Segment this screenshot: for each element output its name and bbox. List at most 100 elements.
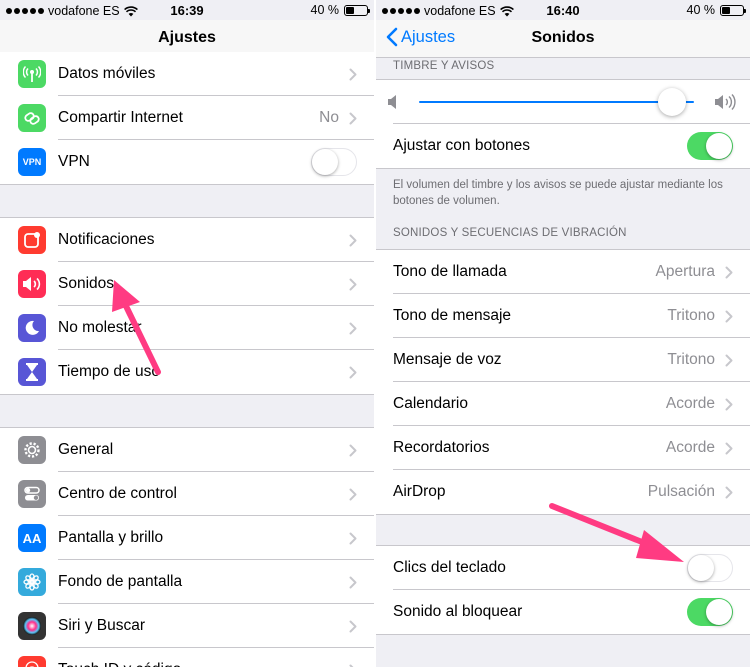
lock-sound-label: Sonido al bloquear [393, 603, 523, 620]
chevron-right-icon [725, 266, 733, 278]
keyboard-lock-group: Clics del teclado Sonido al bloquear [376, 545, 750, 635]
sound-row-value: Pulsación [647, 483, 715, 500]
chevron-right-icon [349, 234, 357, 246]
adjust-with-buttons-label: Ajustar con botones [393, 137, 531, 154]
chevron-right-icon [725, 442, 733, 454]
keyboard-clicks-switch[interactable] [687, 554, 733, 582]
notification-icon [18, 226, 46, 254]
battery-percent: 40 % [686, 3, 716, 17]
settings-group: Datos móviles Compartir Internet No VPN VPN [0, 52, 374, 185]
chevron-right-icon [725, 486, 733, 498]
settings-item-label: Touch ID y código [58, 661, 349, 667]
siri-icon [18, 612, 46, 640]
settings-item-label: General [58, 441, 114, 458]
nav-bar: Ajustes Sonidos [376, 20, 750, 58]
switches-icon [18, 480, 46, 508]
adjust-with-buttons-row: Ajustar con botones [376, 124, 750, 168]
ringer-group: Ajustar con botones [376, 79, 750, 169]
sound-row[interactable]: Tono de mensaje Tritono [376, 294, 750, 338]
sound-row[interactable]: Calendario Acorde [376, 382, 750, 426]
settings-item-label: Datos móviles [58, 65, 156, 82]
sound-row-value: Tritono [667, 351, 715, 368]
status-bar: vodafone ES 16:40 40 % [376, 0, 750, 20]
chevron-right-icon [349, 664, 354, 667]
chevron-right-icon [725, 398, 733, 410]
chevron-right-icon [349, 278, 357, 290]
status-bar: vodafone ES 16:39 40 % [0, 0, 374, 20]
settings-item-vpn[interactable]: VPN VPN [0, 140, 374, 184]
settings-item-tiempo-de-uso[interactable]: Tiempo de uso [0, 350, 374, 394]
settings-group: General Centro de control AA Pantalla y bri… [0, 427, 374, 667]
settings-item-general[interactable]: General [0, 428, 374, 472]
settings-item-touch-id-y-codigo[interactable]: Touch ID y código [0, 648, 374, 667]
sound-row[interactable]: Mensaje de voz Tritono [376, 338, 750, 382]
settings-item-label: Centro de control [58, 485, 177, 502]
adjust-with-buttons-switch[interactable] [687, 132, 733, 160]
settings-item-label: Fondo de pantalla [58, 573, 183, 590]
sound-row-value: Acorde [665, 439, 715, 456]
lock-sound-switch[interactable] [687, 598, 733, 626]
text-size-icon: AA [18, 524, 46, 552]
chevron-right-icon [349, 68, 357, 80]
sounds-list: TIMBRE Y AVISOS Ajustar con botones El v… [376, 58, 750, 667]
settings-item-label: Notificaciones [58, 231, 155, 248]
section-header-sounds: SONIDOS Y SECUENCIAS DE VIBRACIÓN [393, 227, 627, 239]
settings-item-centro-de-control[interactable]: Centro de control [0, 472, 374, 516]
settings-item-notificaciones[interactable]: Notificaciones [0, 218, 374, 262]
sound-row[interactable]: Recordatorios Acorde [376, 426, 750, 470]
settings-item-compartir-internet[interactable]: Compartir Internet No [0, 96, 374, 140]
sound-row-label: Calendario [393, 395, 468, 412]
page-title: Ajustes [158, 29, 216, 46]
page-title: Sonidos [531, 29, 595, 46]
flower-icon [18, 568, 46, 596]
chevron-right-icon [725, 310, 733, 322]
sound-row-label: Tono de llamada [393, 263, 507, 280]
section-header-ringer: TIMBRE Y AVISOS [393, 60, 495, 72]
settings-item-datos-moviles[interactable]: Datos móviles [0, 52, 374, 96]
chevron-right-icon [349, 112, 357, 124]
settings-item-pantalla-y-brillo[interactable]: AA Pantalla y brillo [0, 516, 374, 560]
hourglass-icon [18, 358, 46, 386]
settings-list: Datos móviles Compartir Internet No VPN VPN N… [0, 52, 374, 667]
speaker-low-icon [388, 95, 396, 109]
chevron-right-icon [349, 488, 357, 500]
ringer-footnote: El volumen del timbre y los avisos se pu… [393, 179, 723, 207]
settings-item-fondo-de-pantalla[interactable]: Fondo de pantalla [0, 560, 374, 604]
settings-item-label: Pantalla y brillo [58, 529, 164, 546]
lock-sound-row: Sonido al bloquear [376, 590, 750, 634]
sound-row-label: Mensaje de voz [393, 351, 502, 368]
chain-link-icon [18, 104, 46, 132]
settings-item-sonidos[interactable]: Sonidos [0, 262, 374, 306]
chevron-right-icon [349, 576, 357, 588]
sound-row[interactable]: Tono de llamada Apertura [376, 250, 750, 294]
ringer-volume-slider[interactable] [419, 101, 694, 103]
settings-item-label: VPN [58, 153, 90, 170]
settings-item-siri-y-buscar[interactable]: Siri y Buscar [0, 604, 374, 648]
fingerprint-icon [18, 656, 46, 667]
settings-item-label: No molestar [58, 319, 142, 336]
ringer-volume-row [376, 80, 750, 124]
keyboard-clicks-row: Clics del teclado [376, 546, 750, 590]
battery-percent: 40 % [310, 3, 340, 17]
sound-row-value: Acorde [665, 395, 715, 412]
sound-row[interactable]: AirDrop Pulsación [376, 470, 750, 514]
settings-group: Notificaciones Sonidos No molestar Tiempo d… [0, 217, 374, 395]
settings-item-no-molestar[interactable]: No molestar [0, 306, 374, 350]
sound-row-label: Tono de mensaje [393, 307, 512, 324]
chevron-right-icon [349, 444, 357, 456]
antenna-icon [18, 60, 46, 88]
ringer-volume-knob[interactable] [658, 88, 686, 116]
settings-item-value: No [319, 109, 339, 126]
vpn-switch[interactable] [311, 148, 357, 176]
vpn-icon: VPN [18, 148, 46, 176]
settings-screen: vodafone ES 16:39 40 % Ajustes Datos móv… [0, 0, 374, 667]
speaker-icon [18, 270, 46, 298]
sounds-group: Tono de llamada Apertura Tono de mensaje Tr… [376, 249, 750, 515]
chevron-right-icon [349, 322, 357, 334]
settings-item-label: Tiempo de uso [58, 363, 160, 380]
moon-icon [18, 314, 46, 342]
chevron-right-icon [349, 532, 357, 544]
settings-item-label: Compartir Internet [58, 109, 183, 126]
chevron-right-icon [349, 620, 357, 632]
sound-row-value: Tritono [667, 307, 715, 324]
